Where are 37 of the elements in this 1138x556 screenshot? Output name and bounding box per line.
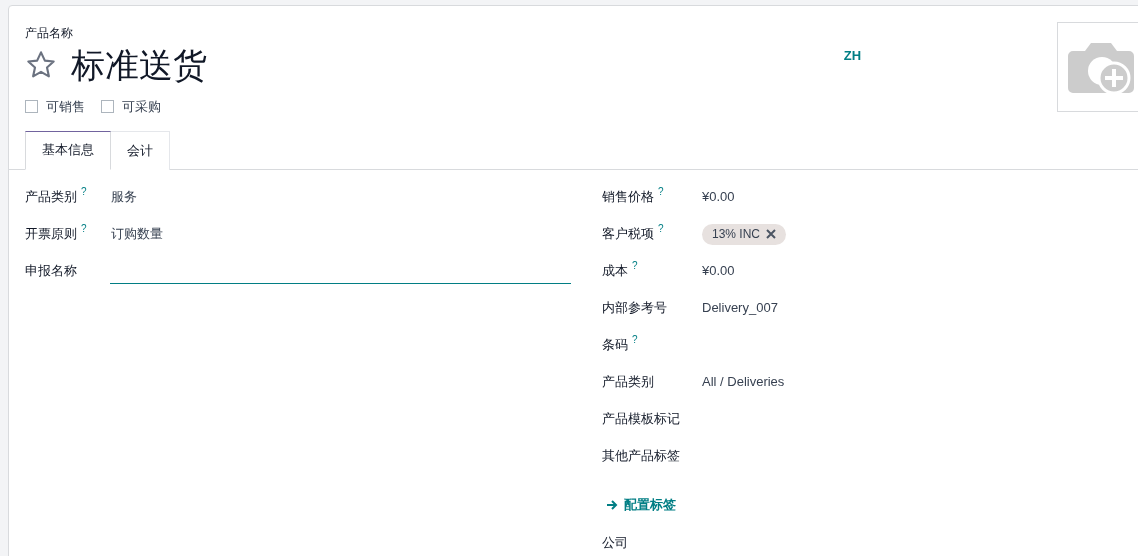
configure-tags-link[interactable]: 配置标签 <box>606 494 676 515</box>
field-label: 产品名称 <box>25 25 74 42</box>
field-value: Delivery_007 <box>702 299 778 318</box>
arrow-icon <box>606 499 618 510</box>
field-label: 成本 <box>602 262 628 281</box>
field-value: ¥0.00 <box>702 262 735 281</box>
field-label: 开票原则 <box>25 225 77 244</box>
checkbox-label: 可销售 <box>46 98 85 116</box>
language-link[interactable]: ZH <box>843 46 862 62</box>
field-label: 产品模板标记 <box>602 410 680 429</box>
field-value: ¥0.00 <box>702 188 735 207</box>
field-value: 服务 <box>111 188 137 207</box>
checkbox-label: 可采购 <box>122 98 161 116</box>
help-icon[interactable]: ? <box>632 261 638 271</box>
field-label: 产品类别 <box>602 373 654 392</box>
field-value: 订购数量 <box>111 225 163 244</box>
product-name: 标准送货 <box>71 45 207 85</box>
field-label: 客户税项 <box>602 225 654 244</box>
field-label: 条码 <box>602 336 628 355</box>
field-label: 申报名称 <box>25 262 77 281</box>
help-icon[interactable]: ? <box>658 224 664 234</box>
field-value: All / Deliveries <box>702 373 785 392</box>
tag-label: 13% INC <box>712 226 761 243</box>
checkbox[interactable] <box>101 100 114 114</box>
tab[interactable]: 会计 <box>111 130 170 170</box>
field-label: 内部参考号 <box>602 299 667 318</box>
help-icon[interactable]: ? <box>632 335 638 345</box>
checkbox[interactable] <box>25 100 38 114</box>
help-icon[interactable]: ? <box>81 224 87 234</box>
tab[interactable]: 基本信息 <box>25 130 111 170</box>
field-label: 其他产品标签 <box>602 447 680 466</box>
help-icon[interactable]: ? <box>658 187 664 197</box>
help-icon[interactable]: ? <box>81 187 87 197</box>
field-label: 公司 <box>602 534 628 553</box>
close-icon[interactable] <box>766 229 777 239</box>
field-label: 销售价格 <box>602 188 654 207</box>
field-label: 产品类别 <box>25 188 77 207</box>
